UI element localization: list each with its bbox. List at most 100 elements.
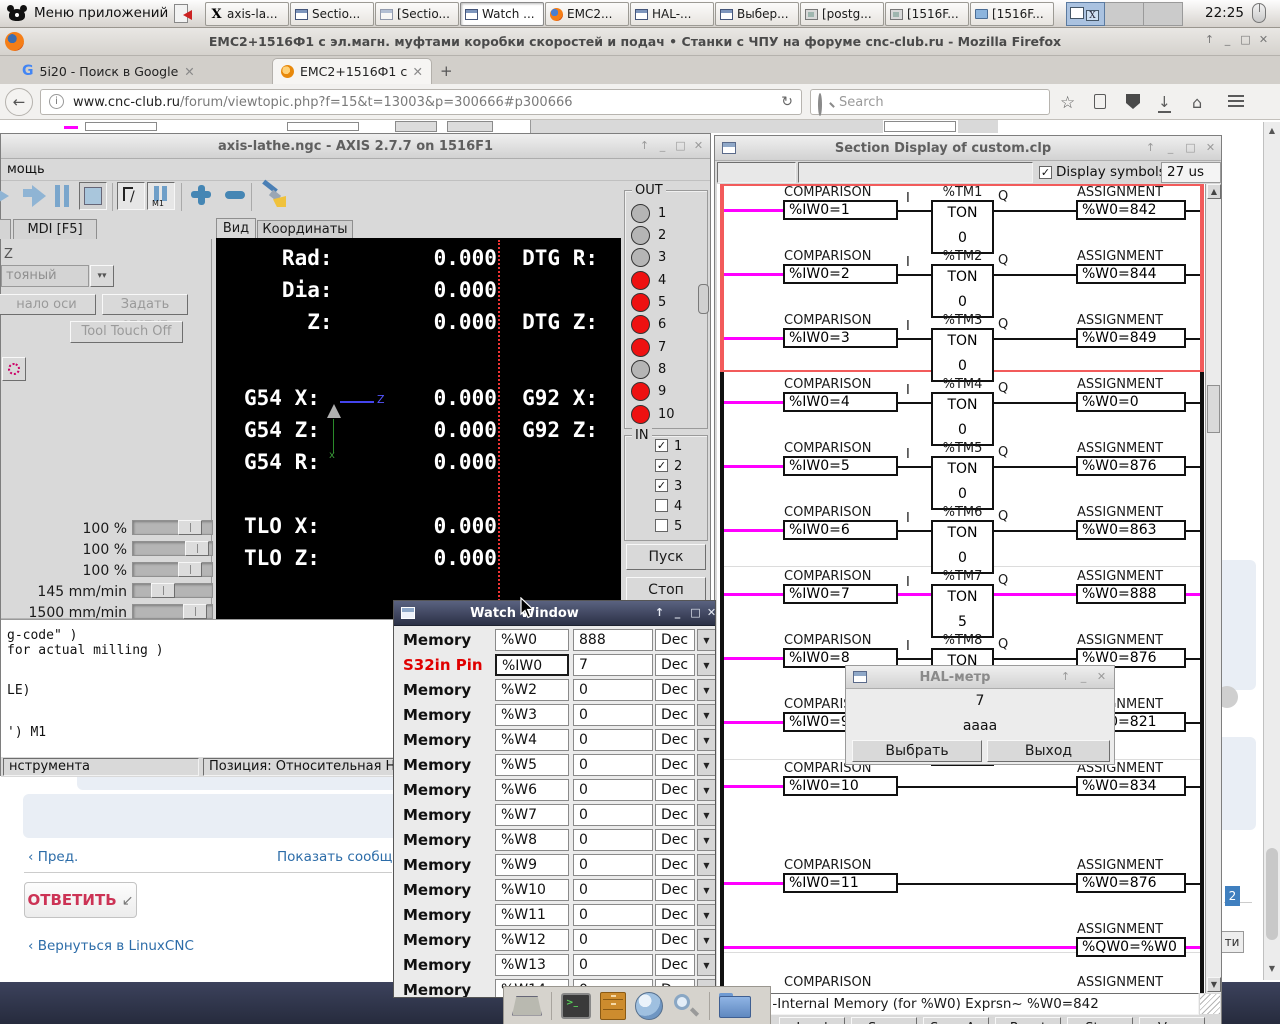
watch-address-field[interactable]: %W0 (495, 629, 569, 651)
axis-maximize-icon[interactable]: □ (673, 138, 688, 154)
reload-icon[interactable]: ↻ (781, 94, 793, 110)
ladder-save-as-button[interactable]: Save As (923, 1017, 989, 1024)
ladder-shade-icon[interactable]: ↑ (1143, 140, 1158, 156)
ladder-scrollbar[interactable]: ▲ ▼ (1205, 184, 1221, 993)
ladder-load-button[interactable]: Load (779, 1017, 845, 1024)
watch-format-field[interactable]: Dec (655, 879, 695, 901)
section-combo[interactable] (717, 162, 796, 183)
scroll-down-icon[interactable]: ▼ (1266, 962, 1278, 975)
zoom-in-icon[interactable] (191, 191, 211, 198)
watch-address-field[interactable]: %W7 (495, 804, 569, 826)
watch-address-field[interactable]: %W10 (495, 879, 569, 901)
workspace-2[interactable] (1105, 2, 1144, 26)
watch-format-dropdown-icon[interactable]: ▼ (697, 629, 716, 651)
tab-coordinates[interactable]: Координаты (257, 220, 353, 238)
bookmark-star-icon[interactable]: ☆ (1060, 93, 1075, 113)
watch-format-dropdown-icon[interactable]: ▼ (697, 679, 716, 701)
watch-format-field[interactable]: Dec (655, 629, 695, 651)
optional-stop-m1-icon[interactable]: M1 (147, 182, 175, 210)
pagination-badge[interactable]: 2 (1225, 886, 1240, 906)
halmeter-select-button[interactable]: Выбрать (852, 740, 982, 762)
in-checkbox[interactable]: ✓ (655, 479, 668, 492)
clock[interactable]: 22:25 (1205, 5, 1244, 21)
run-icon-head[interactable] (32, 185, 46, 207)
page-button-fragment[interactable]: ти (1220, 931, 1244, 953)
slider-track[interactable] (132, 604, 213, 619)
axis-titlebar[interactable]: axis-lathe.ngc - AXIS 2.7.7 on 1516F1 ↑ … (1, 134, 710, 159)
folder-icon[interactable] (719, 993, 751, 1019)
set-offset-button[interactable]: Задать отступ (102, 294, 188, 315)
slider-track[interactable] (132, 541, 213, 556)
stop-button-icon[interactable] (79, 182, 107, 210)
watch-value-field[interactable]: 7 (573, 654, 653, 676)
file-manager-icon[interactable] (600, 992, 626, 1020)
watch-format-dropdown-icon[interactable]: ▼ (697, 829, 716, 851)
tab-forum-topic[interactable]: ЕМС2+1516Ф1 с эл.... ✕ (272, 58, 432, 84)
watch-format-dropdown-icon[interactable]: ▼ (697, 654, 716, 676)
watch-value-field[interactable]: 0 (573, 779, 653, 801)
watch-format-field[interactable]: Dec (655, 654, 695, 676)
watch-format-field[interactable]: Dec (655, 679, 695, 701)
download-icon[interactable]: ↓ (1158, 93, 1171, 113)
prev-page-link[interactable]: ‹ Пред. (28, 849, 78, 865)
watch-value-field[interactable]: 888 (573, 629, 653, 651)
toolpath-toggle-icon[interactable]: / (117, 182, 145, 210)
axis-minimize-icon[interactable]: _ (655, 138, 670, 154)
search-bar[interactable]: Search (810, 89, 1050, 115)
jog-mode-dropdown-icon[interactable]: ▾▾ (90, 265, 114, 287)
slider-track[interactable] (132, 583, 213, 598)
scrollbar-thumb[interactable] (1266, 848, 1278, 940)
firefox-maximize-icon[interactable]: □ (1238, 32, 1253, 48)
page-scrollbar[interactable]: ▲ ▼ (1263, 122, 1280, 980)
watch-value-field[interactable]: 0 (573, 929, 653, 951)
watch-format-field[interactable]: Dec (655, 904, 695, 926)
watch-format-dropdown-icon[interactable]: ▼ (697, 879, 716, 901)
watch-value-field[interactable]: 0 (573, 804, 653, 826)
resize-grip[interactable] (1200, 994, 1220, 1014)
watch-format-dropdown-icon[interactable]: ▼ (697, 929, 716, 951)
watch-format-dropdown-icon[interactable]: ▼ (697, 854, 716, 876)
terminal-icon[interactable]: >_ (561, 993, 591, 1019)
ladder-titlebar[interactable]: Section Display of custom.clp ↑ _ □ ✕ (715, 136, 1221, 161)
workspace-3[interactable] (1144, 2, 1183, 26)
jog-mode-combo[interactable]: тояный (1, 265, 89, 287)
display-symbols-checkbox[interactable]: ✓ (1039, 166, 1052, 179)
shield-icon[interactable] (1126, 94, 1140, 109)
pause-icon-bar2[interactable] (64, 185, 69, 207)
watch-format-dropdown-icon[interactable]: ▼ (697, 729, 716, 751)
run-icon[interactable] (23, 189, 32, 197)
halmeter-minimize-icon[interactable]: _ (1076, 669, 1091, 685)
home-axis-button-fragment[interactable]: нало оси (0, 294, 96, 315)
ladder-scrollbar-thumb[interactable] (1207, 385, 1220, 433)
watch-value-field[interactable]: 0 (573, 829, 653, 851)
tab-manual-fragment[interactable]: ] (0, 219, 11, 239)
watch-format-dropdown-icon[interactable]: ▼ (697, 904, 716, 926)
watch-format-field[interactable]: Dec (655, 704, 695, 726)
search-magnifier-icon[interactable] (672, 992, 700, 1020)
halmeter-shade-icon[interactable]: ↑ (1058, 669, 1073, 685)
slider-thumb[interactable] (178, 520, 202, 535)
watch-address-field[interactable]: %W8 (495, 829, 569, 851)
scroll-up-icon[interactable]: ▲ (1266, 124, 1278, 137)
bookmarks-menu-icon[interactable] (1094, 94, 1106, 109)
watch-value-field[interactable]: 0 (573, 879, 653, 901)
run-step-icon[interactable] (0, 185, 9, 207)
slider-thumb[interactable] (151, 583, 175, 598)
watch-format-field[interactable]: Dec (655, 779, 695, 801)
ladder-maximize-icon[interactable]: □ (1183, 140, 1198, 156)
reply-button[interactable]: ОТВЕТИТЬ ↙ (24, 882, 137, 918)
web-browser-icon[interactable] (635, 992, 663, 1020)
watch-address-field[interactable]: %W3 (495, 704, 569, 726)
xfce-menu-icon[interactable] (6, 3, 28, 25)
show-messages-link[interactable]: Показать сообщен (277, 849, 410, 865)
ladder-save-button[interactable]: Save (851, 1017, 917, 1024)
in-checkbox[interactable] (655, 499, 668, 512)
slider-track[interactable] (132, 562, 213, 577)
halmeter-close-icon[interactable]: ✕ (1094, 669, 1109, 685)
taskbar-button[interactable]: Watch ... (460, 2, 544, 26)
new-tab-button[interactable]: + (440, 62, 453, 80)
watch-format-field[interactable]: Dec (655, 929, 695, 951)
logout-icon[interactable] (174, 4, 188, 23)
taskbar-button[interactable]: HAL-... (630, 2, 714, 26)
watch-format-field[interactable]: Dec (655, 729, 695, 751)
